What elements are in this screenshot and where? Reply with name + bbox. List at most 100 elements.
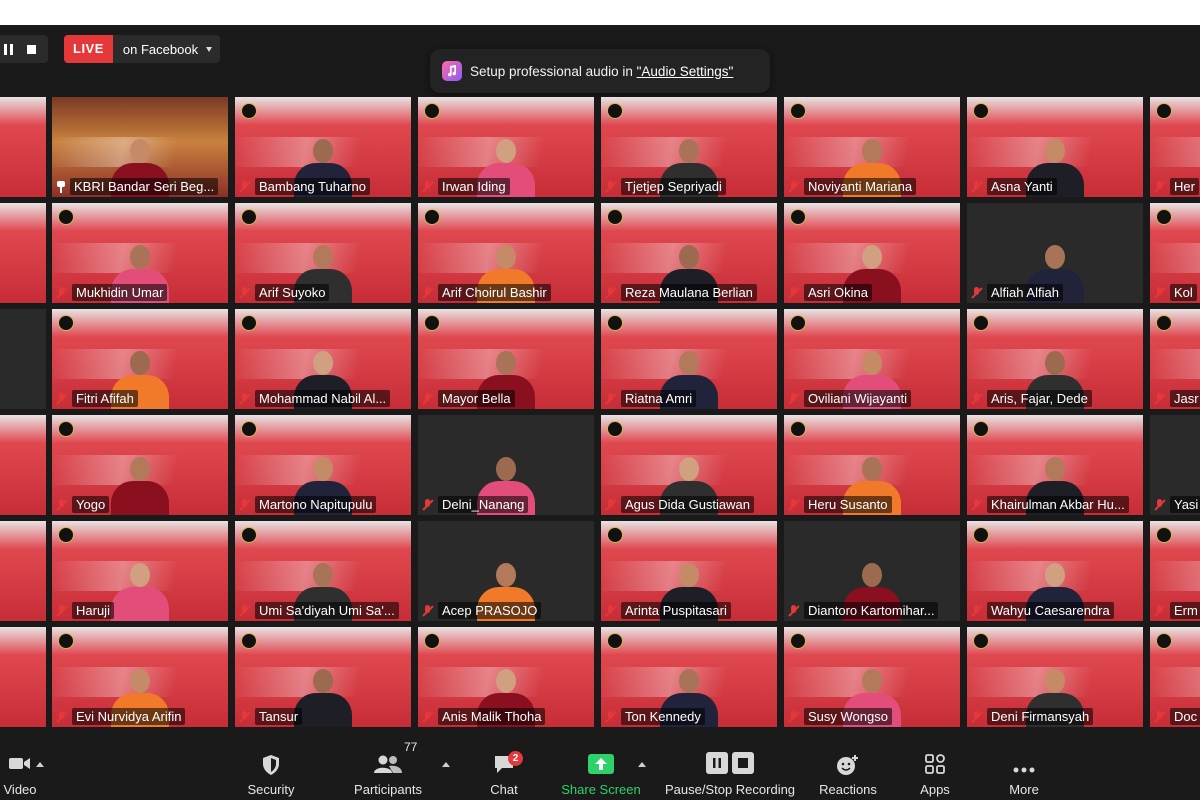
participant-video-tile[interactable]: Irwan Iding [418, 97, 594, 197]
participant-video-tile[interactable]: Yogo [52, 415, 228, 515]
participant-video-tile[interactable]: Acep PRASOJO [418, 521, 594, 621]
participant-video-tile[interactable]: Delni_Nanang [418, 415, 594, 515]
share-options-caret[interactable] [638, 762, 646, 767]
garuda-emblem-icon [1156, 633, 1172, 649]
participant-name: Martono Napitupulu [255, 496, 377, 513]
more-button[interactable]: More [994, 730, 1054, 800]
participant-video-tile[interactable]: Doc [1150, 627, 1200, 727]
participant-video-tile[interactable]: Anis Malik Thoha [418, 627, 594, 727]
participant-video-tile[interactable]: Haruji [52, 521, 228, 621]
garuda-emblem-icon [607, 527, 623, 543]
pause-recording-icon[interactable] [4, 43, 13, 55]
participant-name-bar: Bambang Tuharno [239, 178, 407, 195]
garuda-emblem-icon [58, 633, 74, 649]
participant-video-tile[interactable]: Ton Kennedy [601, 627, 777, 727]
participant-video-tile[interactable]: Asri Okina [784, 203, 960, 303]
participant-video-tile[interactable]: Khairulman Akbar Hu... [967, 415, 1143, 515]
garuda-emblem-icon [241, 527, 257, 543]
participant-video-tile[interactable]: Yasi [1150, 415, 1200, 515]
background-wave [1150, 243, 1200, 273]
muted-mic-icon [788, 180, 800, 193]
reactions-button[interactable]: Reactions [816, 730, 880, 800]
muted-mic-icon [239, 604, 251, 617]
live-stream-control[interactable]: LIVE on Facebook [64, 35, 221, 63]
muted-mic-icon [422, 180, 434, 193]
garuda-emblem-icon [241, 209, 257, 225]
participant-video-tile[interactable]: Deni Firmansyah [967, 627, 1143, 727]
participant-video-tile[interactable]: Kol [1150, 203, 1200, 303]
participant-head [496, 245, 516, 269]
garuda-emblem-icon [241, 633, 257, 649]
participant-video-tile[interactable] [0, 627, 46, 727]
participant-name-bar: Noviyanti Mariana [788, 178, 956, 195]
participant-video-tile[interactable]: Her [1150, 97, 1200, 197]
participant-video-tile[interactable]: Umi Sa'diyah Umi Sa'... [235, 521, 411, 621]
participant-video-tile[interactable]: Arinta Puspitasari [601, 521, 777, 621]
participant-name-bar: KBRI Bandar Seri Beg... [56, 178, 224, 195]
participant-name-bar: Jasr [1154, 390, 1200, 407]
participant-video-tile[interactable]: Reza Maulana Berlian [601, 203, 777, 303]
pause-stop-recording-button[interactable]: Pause/Stop Recording [665, 730, 795, 800]
participant-video-tile[interactable]: Agus Dida Gustiawan [601, 415, 777, 515]
participant-video-tile[interactable]: Tjetjep Sepriyadi [601, 97, 777, 197]
share-screen-button[interactable]: Share Screen [560, 730, 642, 800]
participant-head [496, 457, 516, 481]
participant-name-bar: Mukhidin Umar [56, 284, 224, 301]
participant-video-tile[interactable]: Heru Susanto [784, 415, 960, 515]
participant-head [679, 351, 699, 375]
garuda-emblem-icon [1156, 209, 1172, 225]
participant-video-tile[interactable] [0, 97, 46, 197]
participant-name-bar: Asna Yanti [971, 178, 1139, 195]
participants-options-caret[interactable] [442, 762, 450, 767]
participant-video-tile[interactable]: Bambang Tuharno [235, 97, 411, 197]
audio-settings-link[interactable]: "Audio Settings" [637, 64, 734, 79]
participants-button[interactable]: 77 Participants [348, 730, 428, 800]
participant-video-tile[interactable]: Arif Suyoko [235, 203, 411, 303]
participant-video-tile[interactable]: Susy Wongso [784, 627, 960, 727]
participant-video-tile[interactable]: Bestari [0, 521, 46, 621]
stop-recording-icon[interactable] [27, 44, 36, 54]
garuda-emblem-icon [790, 421, 806, 437]
participant-head [862, 457, 882, 481]
apps-button[interactable]: Apps [905, 730, 965, 800]
participant-video-tile[interactable]: Mohammad Nabil Al... [235, 309, 411, 409]
participant-video-tile[interactable]: Fitri Afifah [52, 309, 228, 409]
participant-video-tile[interactable] [0, 415, 46, 515]
participant-video-tile[interactable]: Martono Napitupulu [235, 415, 411, 515]
chat-button[interactable]: 2 Chat [474, 730, 534, 800]
participant-video-tile[interactable]: Wahyu Caesarendra [967, 521, 1143, 621]
participant-video-tile[interactable]: Noviyanti Mariana [784, 97, 960, 197]
muted-mic-icon [1154, 392, 1166, 405]
muted-mic-icon [239, 286, 251, 299]
participant-name-bar: Alfiah Alfiah [971, 284, 1139, 301]
participant-video-tile[interactable]: Erm [1150, 521, 1200, 621]
participant-video-tile[interactable]: Jasr [1150, 309, 1200, 409]
participant-video-tile[interactable] [0, 203, 46, 303]
participant-name-bar: Kol [1154, 284, 1200, 301]
participant-video-tile[interactable] [0, 309, 46, 409]
participant-video-tile[interactable]: Mukhidin Umar [52, 203, 228, 303]
participant-video-tile[interactable]: Alfiah Alfiah [967, 203, 1143, 303]
participant-video-tile[interactable]: Mayor Bella [418, 309, 594, 409]
participant-name-bar: Yogo [56, 496, 224, 513]
security-button[interactable]: Security [241, 730, 301, 800]
participant-video-tile[interactable]: Aris, Fajar, Dede [967, 309, 1143, 409]
participant-video-tile[interactable]: Oviliani Wijayanti [784, 309, 960, 409]
participant-video-tile[interactable]: Riatna Amri [601, 309, 777, 409]
participant-name: Mayor Bella [438, 390, 515, 407]
meeting-toolbar: Video Security 77 Participants 2 Chat Sh… [0, 730, 1200, 800]
participant-video-tile[interactable]: Asna Yanti [967, 97, 1143, 197]
participant-head [862, 669, 882, 693]
participant-video-tile[interactable]: Diantoro Kartomihar... [784, 521, 960, 621]
chevron-down-icon[interactable] [206, 46, 213, 52]
participant-name: Her [1170, 178, 1199, 195]
participant-name: Mohammad Nabil Al... [255, 390, 391, 407]
muted-mic-icon [1154, 498, 1166, 511]
muted-mic-icon [239, 710, 251, 723]
participant-video-tile[interactable]: Tansur [235, 627, 411, 727]
participant-head [1045, 139, 1065, 163]
participant-video-tile[interactable]: Arif Choirul Bashir [418, 203, 594, 303]
participant-video-tile[interactable]: Evi Nurvidya Arifin [52, 627, 228, 727]
participant-video-tile[interactable]: KBRI Bandar Seri Beg... [52, 97, 228, 197]
video-options-caret[interactable] [36, 762, 44, 767]
